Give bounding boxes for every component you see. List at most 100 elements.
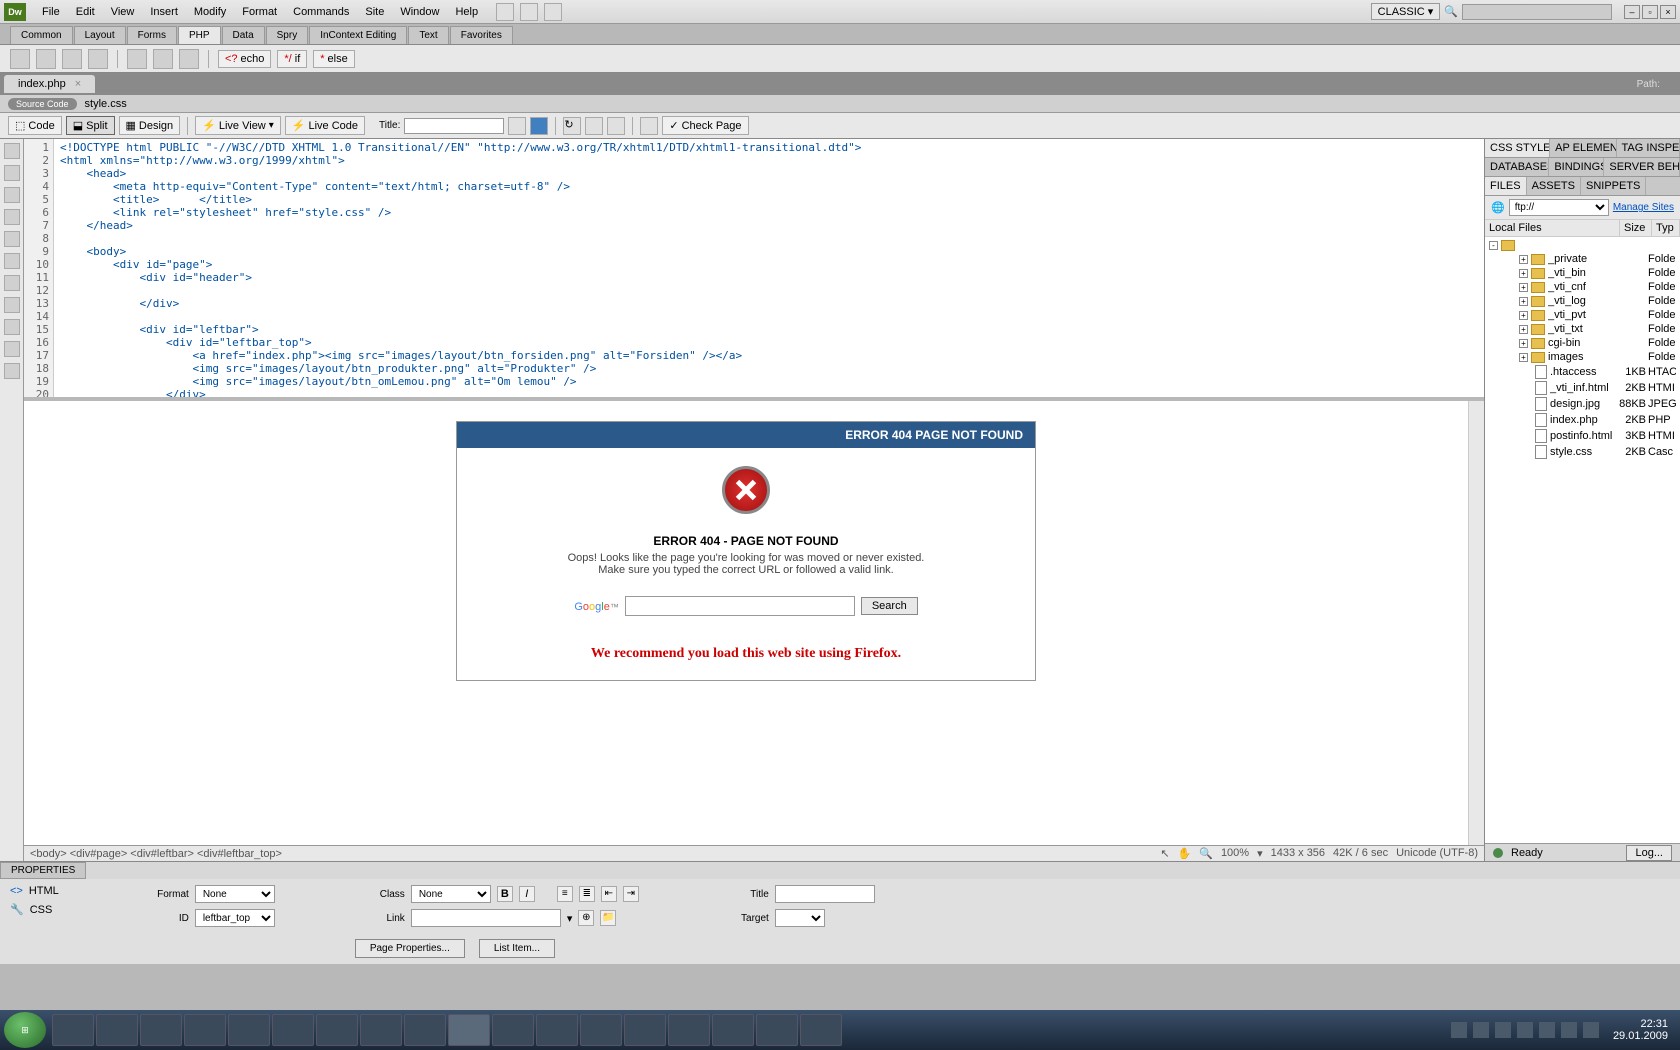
tab-spry[interactable]: Spry: [266, 26, 309, 44]
format-select[interactable]: None: [195, 885, 275, 903]
tab-php[interactable]: PHP: [178, 26, 221, 44]
site-selector[interactable]: ftp://: [1509, 199, 1609, 216]
menu-file[interactable]: File: [34, 6, 68, 18]
class-select[interactable]: None: [411, 885, 491, 903]
browse-icon[interactable]: 📁: [600, 910, 616, 926]
insert-icon-7[interactable]: [179, 49, 199, 69]
split-view-button[interactable]: ⬓Split: [66, 116, 115, 135]
css-mode[interactable]: CSS: [30, 904, 53, 916]
tray-volume-icon[interactable]: [1583, 1022, 1599, 1038]
tab-assets[interactable]: ASSETS: [1527, 177, 1581, 195]
taskbar-photoshop-icon[interactable]: [272, 1014, 314, 1046]
check-page-button[interactable]: ✓Check Page: [662, 116, 748, 135]
gutter-icon[interactable]: [4, 209, 20, 225]
insert-icon-3[interactable]: [62, 49, 82, 69]
file-row[interactable]: design.jpg88KBJPEG: [1485, 396, 1680, 412]
taskbar-opera-icon[interactable]: [96, 1014, 138, 1046]
page-properties-button[interactable]: Page Properties...: [355, 939, 465, 958]
toolbar-icon-3[interactable]: [585, 117, 603, 135]
gutter-icon[interactable]: [4, 275, 20, 291]
layout-icon[interactable]: [496, 3, 514, 21]
zoom-icon[interactable]: 🔍: [1199, 847, 1213, 860]
tab-ap-elements[interactable]: AP ELEMENT: [1550, 139, 1616, 157]
folder-row[interactable]: +_vti_binFolde: [1485, 266, 1680, 280]
tab-common[interactable]: Common: [10, 26, 73, 44]
tab-server-behaviors[interactable]: SERVER BEHA: [1604, 158, 1680, 176]
taskbar-app-icon[interactable]: [140, 1014, 182, 1046]
live-view-button[interactable]: ⚡Live View ▾: [195, 116, 281, 135]
taskbar-app-icon[interactable]: [800, 1014, 842, 1046]
search-input[interactable]: [1462, 4, 1612, 20]
close-button[interactable]: ×: [1660, 5, 1676, 19]
gutter-icon[interactable]: [4, 231, 20, 247]
tab-data[interactable]: Data: [222, 26, 265, 44]
code-text[interactable]: <!DOCTYPE html PUBLIC "-//W3C//DTD XHTML…: [54, 139, 1484, 397]
document-tab[interactable]: index.php ×: [4, 75, 95, 93]
ul-icon[interactable]: ≡: [557, 886, 573, 902]
tab-incontext[interactable]: InContext Editing: [309, 26, 407, 44]
php-else-button[interactable]: *else: [313, 50, 354, 68]
tray-icon[interactable]: [1517, 1022, 1533, 1038]
files-tree[interactable]: -+_privateFolde+_vti_binFolde+_vti_cnfFo…: [1485, 237, 1680, 843]
insert-icon-2[interactable]: [36, 49, 56, 69]
file-row[interactable]: index.php2KBPHP: [1485, 412, 1680, 428]
tray-icon[interactable]: [1473, 1022, 1489, 1038]
gutter-icon[interactable]: [4, 187, 20, 203]
tab-databases[interactable]: DATABASES: [1485, 158, 1549, 176]
start-button[interactable]: ⊞: [4, 1012, 46, 1048]
bold-icon[interactable]: B: [497, 886, 513, 902]
folder-row[interactable]: +_vti_pvtFolde: [1485, 308, 1680, 322]
tab-files[interactable]: FILES: [1485, 177, 1527, 195]
file-row[interactable]: postinfo.html3KBHTMI: [1485, 428, 1680, 444]
taskbar-app-icon[interactable]: [668, 1014, 710, 1046]
menu-view[interactable]: View: [103, 6, 143, 18]
tab-favorites[interactable]: Favorites: [450, 26, 513, 44]
properties-tab[interactable]: PROPERTIES: [0, 862, 86, 879]
log-button[interactable]: Log...: [1626, 845, 1672, 861]
tab-tag-inspector[interactable]: TAG INSPEC: [1617, 139, 1680, 157]
gutter-icon[interactable]: [4, 165, 20, 181]
taskbar-ie-icon[interactable]: [52, 1014, 94, 1046]
toolbar-icon-4[interactable]: [607, 117, 625, 135]
menu-commands[interactable]: Commands: [285, 6, 357, 18]
related-stylecss[interactable]: style.css: [85, 98, 127, 110]
gutter-icon[interactable]: [4, 143, 20, 159]
pointer-icon[interactable]: ↖: [1160, 847, 1169, 860]
live-preview[interactable]: ERROR 404 PAGE NOT FOUND ERROR 404 - PAG…: [24, 401, 1468, 845]
insert-icon-6[interactable]: [153, 49, 173, 69]
workspace-selector[interactable]: CLASSIC ▾: [1371, 3, 1441, 20]
menu-help[interactable]: Help: [447, 6, 486, 18]
tray-icon[interactable]: [1451, 1022, 1467, 1038]
google-search-input[interactable]: [625, 596, 855, 616]
gutter-icon[interactable]: [4, 319, 20, 335]
file-row[interactable]: .htaccess1KBHTAC: [1485, 364, 1680, 380]
taskbar-app-icon[interactable]: [536, 1014, 578, 1046]
indent-icon[interactable]: ⇥: [623, 886, 639, 902]
gutter-icon[interactable]: [4, 363, 20, 379]
menu-window[interactable]: Window: [392, 6, 447, 18]
menu-insert[interactable]: Insert: [142, 6, 186, 18]
tray-icon[interactable]: [1561, 1022, 1577, 1038]
tag-path[interactable]: <body> <div#page> <div#leftbar> <div#lef…: [30, 848, 282, 860]
folder-row[interactable]: +_privateFolde: [1485, 252, 1680, 266]
folder-row[interactable]: +_vti_logFolde: [1485, 294, 1680, 308]
ol-icon[interactable]: ≣: [579, 886, 595, 902]
insert-icon-5[interactable]: [127, 49, 147, 69]
insert-icon-1[interactable]: [10, 49, 30, 69]
google-search-button[interactable]: Search: [861, 597, 918, 615]
outdent-icon[interactable]: ⇤: [601, 886, 617, 902]
folder-row[interactable]: +cgi-binFolde: [1485, 336, 1680, 350]
italic-icon[interactable]: I: [519, 886, 535, 902]
gutter-icon[interactable]: [4, 341, 20, 357]
tab-snippets[interactable]: SNIPPETS: [1581, 177, 1646, 195]
tab-forms[interactable]: Forms: [127, 26, 177, 44]
zoom-value[interactable]: 100%: [1221, 847, 1249, 860]
link-input[interactable]: [411, 909, 561, 927]
file-row[interactable]: _vti_inf.html2KBHTMI: [1485, 380, 1680, 396]
live-code-button[interactable]: ⚡Live Code: [285, 116, 365, 135]
html-mode[interactable]: HTML: [29, 885, 59, 897]
taskbar-app-icon[interactable]: [184, 1014, 226, 1046]
menu-modify[interactable]: Modify: [186, 6, 234, 18]
code-view-button[interactable]: ⬚Code: [8, 116, 62, 135]
menu-edit[interactable]: Edit: [68, 6, 103, 18]
